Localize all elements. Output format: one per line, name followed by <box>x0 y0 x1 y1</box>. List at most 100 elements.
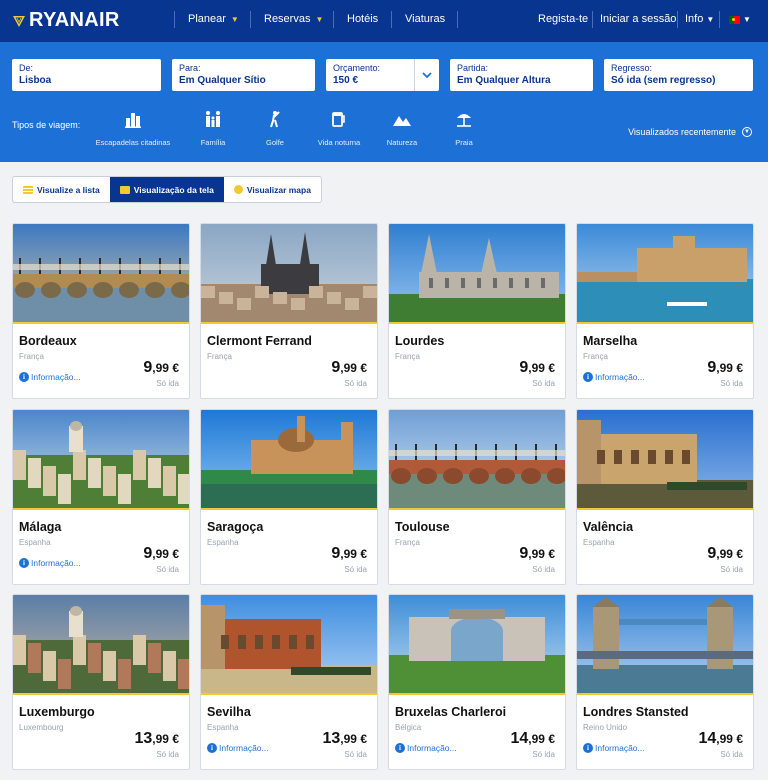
info-link[interactable]: i Informação... <box>19 372 81 382</box>
grid-view-label: Visualização da tela <box>133 184 214 195</box>
budget-value: 150 € <box>333 75 359 86</box>
to-label: Para: <box>179 63 201 73</box>
budget-field[interactable]: Orçamento: 150 € <box>326 59 414 91</box>
price-decimal: ,99 € <box>152 361 179 375</box>
destination-card[interactable]: Marselha França i Informação... 9,99 € Só ida <box>576 223 754 399</box>
login-link[interactable]: Iniciar a sessão <box>600 13 676 25</box>
info-link[interactable]: i Informação... <box>583 372 645 382</box>
nav-hoteis[interactable]: Hotéis <box>347 13 378 25</box>
recently-viewed-toggle[interactable]: Visualizados recentemente ▼ <box>628 127 752 137</box>
info-link[interactable]: i Informação... <box>19 558 81 568</box>
departure-field[interactable]: Partida: Em Qualquer Altura <box>450 59 593 91</box>
one-way-label: Só ida <box>720 565 743 574</box>
map-view-button[interactable]: Visualizar mapa <box>224 177 321 202</box>
destination-card[interactable]: Bordeaux França i Informação... 9,99 € Só ida <box>12 223 190 399</box>
destination-photo <box>577 410 753 510</box>
city-icon <box>88 108 178 130</box>
destination-card[interactable]: Valência Espanha 9,99 € Só ida <box>576 409 754 585</box>
brand-name: RYANAIR <box>29 9 120 31</box>
destination-country: França <box>395 352 420 361</box>
nav-viaturas[interactable]: Viaturas <box>405 13 445 25</box>
top-navigation: RYANAIR Planear ▼ Reservas ▼ Hotéis Viat… <box>0 0 768 42</box>
budget-dropdown-button[interactable] <box>414 59 439 91</box>
ryanair-logo[interactable]: RYANAIR <box>12 9 120 32</box>
destination-country: Reino Unido <box>583 723 628 732</box>
destination-city: Lourdes <box>395 334 445 348</box>
price: 9,99 € <box>519 359 555 377</box>
price-integer: 9 <box>707 545 717 562</box>
nav-planear[interactable]: Planear ▼ <box>188 13 239 25</box>
price-integer: 14 <box>698 730 717 747</box>
departure-label: Partida: <box>457 63 489 73</box>
trip-type-beach[interactable]: Praia <box>419 108 509 147</box>
destination-photo <box>201 595 377 695</box>
map-view-label: Visualizar mapa <box>246 184 311 195</box>
destination-country: Espanha <box>583 538 615 547</box>
nav-hoteis-label: Hotéis <box>347 13 379 25</box>
return-field[interactable]: Regresso: Só ida (sem regresso) <box>604 59 753 91</box>
list-view-button[interactable]: Visualize a lista <box>13 177 110 202</box>
price-decimal: ,99 € <box>716 732 743 746</box>
info-label: Info <box>685 13 704 25</box>
destination-country: Luxembourg <box>19 723 64 732</box>
register-link[interactable]: Regista-te <box>538 13 588 25</box>
chevron-down-icon: ▼ <box>742 127 752 137</box>
nav-divider <box>592 11 593 28</box>
one-way-label: Só ida <box>156 565 179 574</box>
destination-card[interactable]: Toulouse França 9,99 € Só ida <box>388 409 566 585</box>
nav-divider <box>174 11 175 28</box>
nav-reservas[interactable]: Reservas ▼ <box>264 13 323 25</box>
nav-divider <box>677 11 678 28</box>
price: 9,99 € <box>143 545 179 563</box>
price-integer: 9 <box>143 359 153 376</box>
info-link[interactable]: i Informação... <box>583 743 645 753</box>
price-decimal: ,99 € <box>528 732 555 746</box>
trip-types-label: Tipos de viagem: <box>12 120 81 130</box>
price: 14,99 € <box>699 730 744 748</box>
destination-card[interactable]: Saragoça Espanha 9,99 € Só ida <box>200 409 378 585</box>
destination-card[interactable]: Sevilha Espanha i Informação... 13,99 € Só id… <box>200 594 378 770</box>
grid-view-button[interactable]: Visualização da tela <box>109 177 224 202</box>
destination-country: França <box>207 352 232 361</box>
to-field[interactable]: Para: Em Qualquer Sítio <box>172 59 315 91</box>
return-label: Regresso: <box>611 63 653 73</box>
departure-value: Em Qualquer Altura <box>457 75 551 86</box>
trip-type-city-breaks[interactable]: Escapadelas citadinas <box>88 108 178 147</box>
from-field[interactable]: De: Lisboa <box>12 59 161 91</box>
destination-city: Málaga <box>19 520 62 534</box>
from-label: De: <box>19 63 34 73</box>
price-decimal: ,99 € <box>528 547 555 561</box>
destination-card[interactable]: Clermont Ferrand França 9,99 € Só ida <box>200 223 378 399</box>
portugal-flag-icon <box>729 15 740 24</box>
destination-country: França <box>395 538 420 547</box>
price-integer: 13 <box>322 730 341 747</box>
nav-planear-label: Planear <box>188 13 226 25</box>
nav-reservas-label: Reservas <box>264 13 311 25</box>
price-integer: 9 <box>707 359 717 376</box>
info-link[interactable]: i Informação... <box>207 743 269 753</box>
destination-country: França <box>583 352 608 361</box>
destination-photo <box>389 410 565 510</box>
info-link[interactable]: i Informação... <box>395 743 457 753</box>
price-integer: 9 <box>519 359 529 376</box>
destination-photo <box>201 224 377 324</box>
beach-icon <box>419 108 509 130</box>
destination-card[interactable]: Lourdes França 9,99 € Só ida <box>388 223 566 399</box>
destination-city: Marselha <box>583 334 638 348</box>
destination-card[interactable]: Málaga Espanha i Informação... 9,99 € Só ida <box>12 409 190 585</box>
price: 9,99 € <box>707 545 743 563</box>
price: 9,99 € <box>519 545 555 563</box>
destination-card[interactable]: Luxemburgo Luxembourg 13,99 € Só ida <box>12 594 190 770</box>
price-decimal: ,99 € <box>340 361 367 375</box>
language-selector[interactable]: ▼ <box>729 15 751 24</box>
info-menu[interactable]: Info ▼ <box>685 13 714 25</box>
one-way-label: Só ida <box>156 379 179 388</box>
info-icon: i <box>19 558 29 568</box>
destination-card[interactable]: Bruxelas Charleroi Bélgica i Informação... 1… <box>388 594 566 770</box>
destination-photo <box>13 595 189 695</box>
price: 9,99 € <box>331 359 367 377</box>
destination-city: Sevilha <box>207 705 251 719</box>
one-way-label: Só ida <box>344 750 367 759</box>
destination-card[interactable]: Londres Stansted Reino Unido i Informação..… <box>576 594 754 770</box>
list-icon <box>23 185 33 194</box>
